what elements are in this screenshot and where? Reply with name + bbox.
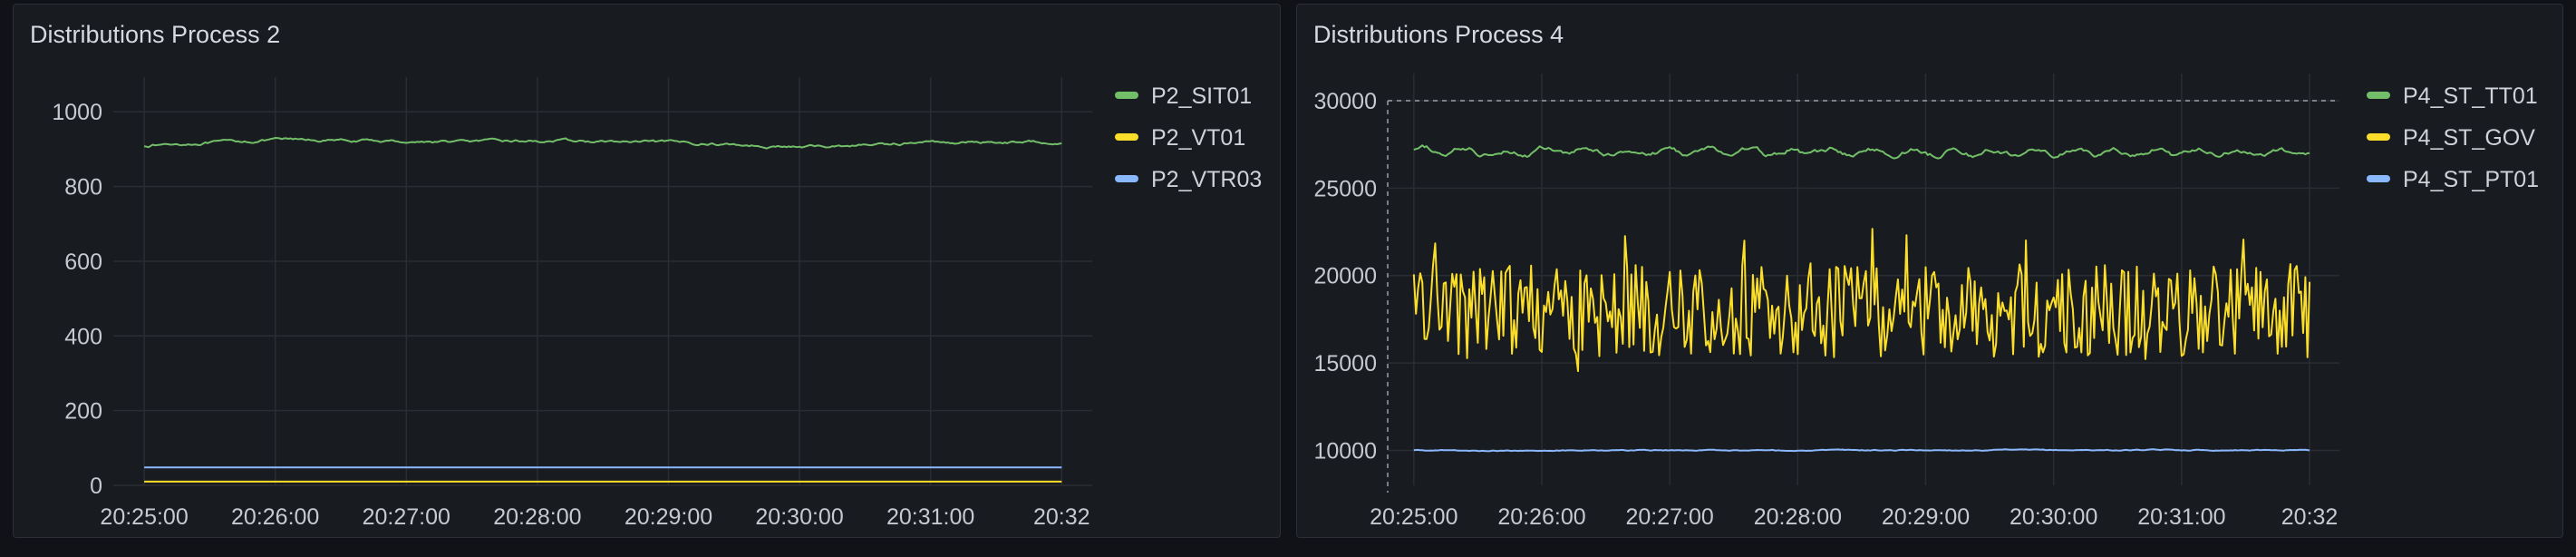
y-tick-label: 15000	[1313, 351, 1377, 376]
x-tick-label: 20:27:00	[363, 504, 450, 530]
legend-label-p4_st_gov: P4_ST_GOV	[2403, 125, 2535, 151]
legend-swatch	[2367, 175, 2390, 182]
x-tick-label: 20:30:00	[2009, 504, 2097, 530]
x-tick-label: 20:26:00	[231, 504, 319, 530]
series-line-p4_st_tt01	[1413, 144, 2310, 160]
x-tick-label: 20:28:00	[1754, 504, 1842, 530]
y-tick-label: 0	[90, 474, 102, 499]
x-tick-label: 20:27:00	[1626, 504, 1714, 530]
x-tick-label: 20:25:00	[1370, 504, 1457, 530]
series-line-p4_st_gov	[1412, 228, 2311, 373]
y-tick-label: 200	[64, 399, 102, 425]
series-line-p4_st_pt01	[1413, 448, 2310, 453]
series-line-p2_sit01	[143, 137, 1062, 150]
legend-swatch	[2367, 92, 2390, 99]
x-tick-label: 20:32	[2281, 504, 2339, 530]
x-tick-label: 20:30:00	[755, 504, 843, 530]
x-tick-label: 20:25:00	[100, 504, 188, 530]
legend-label-p4_st_pt01: P4_ST_PT01	[2403, 167, 2539, 192]
y-tick-label: 600	[64, 249, 102, 275]
legend-label-p2_vtr03: P2_VTR03	[1151, 167, 1262, 192]
y-tick-label: 20000	[1313, 264, 1377, 289]
legend-label-p2_vt01: P2_VT01	[1151, 125, 1245, 151]
legend-swatch	[1115, 175, 1138, 182]
x-tick-label: 20:31:00	[2137, 504, 2225, 530]
legend-label-p2_sit01: P2_SIT01	[1151, 83, 1252, 109]
x-tick-label: 20:32	[1033, 504, 1090, 530]
legend-label-p4_st_tt01: P4_ST_TT01	[2403, 83, 2538, 109]
y-tick-label: 800	[64, 175, 102, 200]
chart-distributions-process-4: 10000 15000 20000 25000 30000 20:25:00 20:26:0…	[1313, 73, 2539, 530]
legend-swatch	[2367, 133, 2390, 141]
y-tick-label: 30000	[1313, 89, 1377, 114]
legend-swatch	[1115, 133, 1138, 141]
chart-distributions-process-2: 0 200 400 600 800 1000 20:25:00 20:26:00 20:27:0…	[52, 77, 1262, 530]
x-tick-label: 20:26:00	[1497, 504, 1585, 530]
y-tick-label: 400	[64, 324, 102, 349]
panel-distributions-process-4[interactable]: Distributions Process 4 10000 15000 20000 2…	[1296, 4, 2563, 538]
panel-distributions-process-2[interactable]: Distributions Process 2 0 200 400 600 800 100…	[13, 4, 1281, 538]
y-tick-label: 25000	[1313, 176, 1377, 201]
x-tick-label: 20:29:00	[625, 504, 712, 530]
y-tick-label: 1000	[52, 100, 102, 125]
legend-swatch	[1115, 92, 1138, 99]
y-tick-label: 10000	[1313, 438, 1377, 464]
x-tick-label: 20:28:00	[493, 504, 581, 530]
x-tick-label: 20:29:00	[1882, 504, 1970, 530]
x-tick-label: 20:31:00	[886, 504, 974, 530]
